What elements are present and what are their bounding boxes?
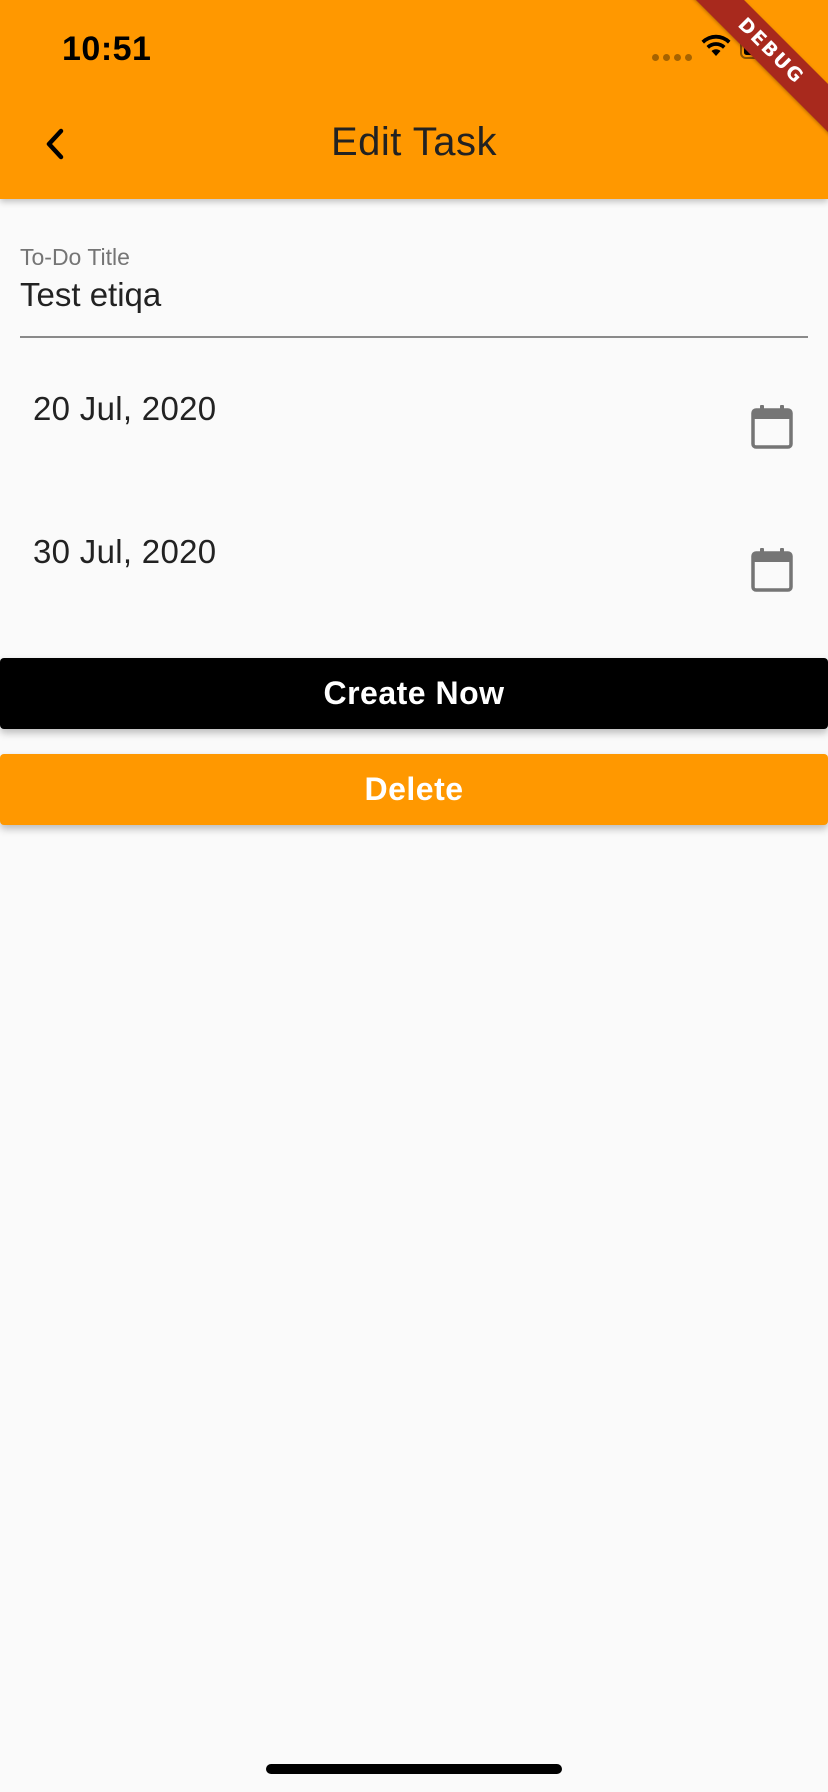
app-bar: 10:51 DEBUG Edit Task (0, 0, 828, 199)
end-date-row[interactable]: 30 Jul, 2020 (0, 533, 828, 653)
start-date-row[interactable]: 20 Jul, 2020 (0, 390, 828, 510)
page-title: Edit Task (330, 120, 498, 164)
create-now-button[interactable]: Create Now (0, 658, 828, 729)
end-date-value: 30 Jul, 2020 (33, 533, 217, 570)
delete-button[interactable]: Delete (0, 754, 828, 825)
signal-dots-icon (652, 54, 692, 61)
home-indicator[interactable] (266, 1764, 562, 1774)
calendar-icon[interactable] (750, 547, 794, 593)
start-date-value: 20 Jul, 2020 (33, 390, 217, 427)
todo-title-label: To-Do Title (20, 244, 130, 270)
wifi-icon (701, 34, 731, 56)
todo-title-field[interactable]: To-Do Title Test etiqa (20, 240, 808, 338)
status-time: 10:51 (62, 30, 152, 68)
todo-title-input[interactable]: Test etiqa (20, 276, 161, 314)
calendar-icon[interactable] (750, 404, 794, 450)
